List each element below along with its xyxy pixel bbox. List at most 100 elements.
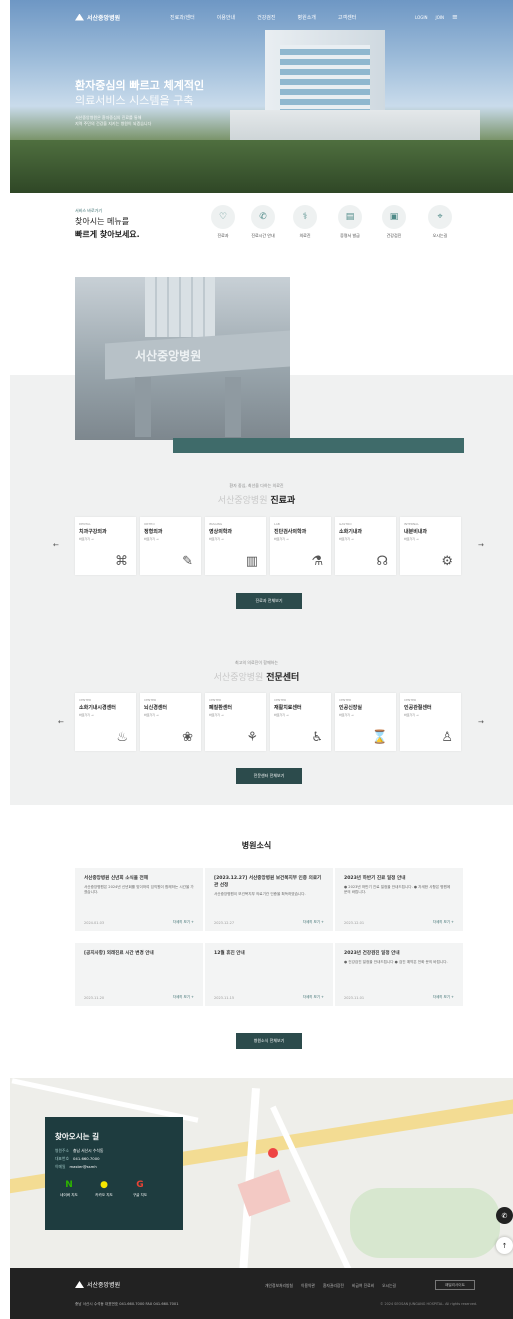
footer-link[interactable]: 비급여 진료비 <box>352 1283 374 1289</box>
document-icon: ▤ <box>338 205 362 229</box>
card-eyebrow: CENTER <box>339 698 352 702</box>
card-more-link[interactable]: 바로가기 → <box>144 713 197 717</box>
news-title: [2023.12.27] 서산중앙병원 보건복지부 인증 의료기관 선정 <box>214 876 322 888</box>
map-pin-icon[interactable] <box>268 1148 278 1158</box>
depts-card[interactable]: GASTRO 소화기내과 바로가기 → ☊ <box>335 517 396 575</box>
footer-logo[interactable]: 서산중앙병원 <box>75 1280 120 1289</box>
card-more-link[interactable]: 바로가기 → <box>79 537 132 541</box>
centers-card[interactable]: CENTER 인공신장실 바로가기 → ⌛ <box>335 693 396 751</box>
card-more-link[interactable]: 바로가기 → <box>339 713 392 717</box>
nav-item[interactable]: 병원소개 <box>298 14 316 21</box>
row-value: 041.660.7000 <box>72 1156 100 1161</box>
card-more-link[interactable]: 바로가기 → <box>209 537 262 541</box>
phone-fab-icon[interactable]: ✆ <box>496 1207 513 1224</box>
site-logo[interactable]: 서산중앙병원 <box>75 10 120 24</box>
news-date: 2023.11.15 <box>214 996 235 1000</box>
news-card[interactable]: [공지사항] 외래진료 시간 변경 안내 2023.11.20 자세히 보기 + <box>75 943 203 1006</box>
depts-card[interactable]: ORTHO 정형외과 바로가기 → ✎ <box>140 517 201 575</box>
footer-link[interactable]: 오시는길 <box>382 1283 396 1289</box>
nav-item[interactable]: 건강검진 <box>257 14 275 21</box>
quick-item[interactable]: ⌖ 오시는길 <box>422 205 458 239</box>
card-more-link[interactable]: 바로가기 → <box>144 537 197 541</box>
depts-card[interactable]: DENTAL 치과구강외과 바로가기 → ⌘ <box>75 517 136 575</box>
news-more-link[interactable]: 자세히 보기 + <box>303 995 324 1000</box>
news-card[interactable]: [2023.12.27] 서산중앙병원 보건복지부 인증 의료기관 선정서산중앙… <box>205 868 333 931</box>
join-link[interactable]: JOIN <box>436 15 445 20</box>
news-body: 서산중앙병원이 보건복지부 의료기관 인증을 획득하였습니다. <box>214 892 306 896</box>
photo-sign-text: 서산중앙병원 <box>135 349 202 363</box>
joint-icon: ♙ <box>441 730 453 745</box>
news-body: ● 건강검진 일정을 안내드립니다 ● 검진 예약은 전화 문의 바랍니다. <box>344 960 448 964</box>
card-more-link[interactable]: 바로가기 → <box>209 713 262 717</box>
map-pin-icon: ⌖ <box>428 205 452 229</box>
nav-item[interactable]: 고객센터 <box>338 14 356 21</box>
centers-card[interactable]: CENTER 소화기내시경센터 바로가기 → ♨ <box>75 693 136 751</box>
nav-item[interactable]: 이용안내 <box>217 14 235 21</box>
centers-card[interactable]: CENTER 폐질환센터 바로가기 → ⚘ <box>205 693 266 751</box>
quick-item[interactable]: ▤ 증명서 발급 <box>332 205 368 239</box>
login-link[interactable]: LOGIN <box>415 15 428 20</box>
photo-pillar <box>225 377 241 437</box>
news-more-link[interactable]: 자세히 보기 + <box>303 920 324 925</box>
card-more-link[interactable]: 바로가기 → <box>404 537 457 541</box>
card-more-link[interactable]: 바로가기 → <box>274 713 327 717</box>
quick-item-label: 건강검진 <box>386 233 402 238</box>
scroll-top-icon[interactable]: ↑ <box>496 1237 513 1254</box>
card-eyebrow: LAB <box>274 522 280 526</box>
card-more-link[interactable]: 바로가기 → <box>404 713 457 717</box>
footer: 서산중앙병원 개인정보처리방침 이용약관 환자권리장전 비급여 진료비 오시는길… <box>10 1268 513 1319</box>
depts-view-all-button[interactable]: 진료과 전체보기 <box>236 593 302 609</box>
hospital-entrance-photo: 서산중앙병원 <box>75 277 290 440</box>
depts-card[interactable]: INTERNAL 내분비내과 바로가기 → ⚙ <box>400 517 461 575</box>
quick-item[interactable]: ♡ 진료과 <box>205 205 241 239</box>
centers-prev-arrow-icon[interactable]: ← <box>58 718 64 726</box>
centers-card[interactable]: CENTER 인공관절센터 바로가기 → ♙ <box>400 693 461 751</box>
quick-item-label: 증명서 발급 <box>340 233 360 238</box>
xray-icon: ▥ <box>245 554 258 569</box>
news-more-link[interactable]: 자세히 보기 + <box>433 920 454 925</box>
map-link-button[interactable]: N 네이버 지도 <box>57 1180 81 1198</box>
card-title: 인공신장실 <box>339 705 363 711</box>
menu-icon[interactable]: ≡ <box>452 13 458 21</box>
footer-link[interactable]: 개인정보처리방침 <box>265 1283 293 1289</box>
news-view-all-button[interactable]: 병원소식 전체보기 <box>236 1033 302 1049</box>
map-link-button[interactable]: ● 카카오 지도 <box>92 1180 116 1198</box>
centers-next-arrow-icon[interactable]: → <box>478 718 484 726</box>
news-card[interactable]: 서산중앙병원 신년회 소식을 전해 서산중앙병원은 2024년 신년회를 맞이하여… <box>75 868 203 931</box>
quick-item[interactable]: ⚕ 의료진 <box>287 205 323 239</box>
depts-prev-arrow-icon[interactable]: ← <box>53 541 59 549</box>
news-card[interactable]: 2023년 하반기 진료 일정 안내 ● 2023년 하반기 진료 일정을 안내드… <box>335 868 463 931</box>
centers-eyebrow: 최고의 의료진이 함께하는 <box>234 660 279 665</box>
footer-link[interactable]: 이용약관 <box>301 1283 315 1289</box>
card-title: 진단검사의학과 <box>274 529 307 535</box>
news-more-link[interactable]: 자세히 보기 + <box>173 995 194 1000</box>
hero-title: 환자중심의 빠르고 체계적인 의료서비스 시스템을 구축 <box>75 78 204 108</box>
quick-item[interactable]: ✆ 진료시간 안내 <box>245 205 281 239</box>
card-more-link[interactable]: 바로가기 → <box>274 537 327 541</box>
depts-card[interactable]: LAB 진단검사의학과 바로가기 → ⚗ <box>270 517 331 575</box>
family-site-select[interactable]: 패밀리사이트 <box>435 1280 475 1290</box>
kakao-icon: ● <box>100 1180 108 1190</box>
quick-item-label: 진료과 <box>217 233 229 238</box>
photo-tower <box>145 277 215 337</box>
centers-card[interactable]: CENTER 재활치료센터 바로가기 → ♿ <box>270 693 331 751</box>
depts-card[interactable]: IMAGING 영상의학과 바로가기 → ▥ <box>205 517 266 575</box>
footer-link[interactable]: 환자권리장전 <box>323 1283 344 1289</box>
map-link-label: 구글 지도 <box>132 1193 148 1197</box>
card-more-link[interactable]: 바로가기 → <box>339 537 392 541</box>
news-more-link[interactable]: 자세히 보기 + <box>433 995 454 1000</box>
row-key: 병원주소 <box>55 1148 69 1153</box>
map-link-button[interactable]: G 구글 지도 <box>128 1180 152 1198</box>
nav-item[interactable]: 진료과/센터 <box>170 14 195 21</box>
quick-item[interactable]: ▣ 건강검진 <box>376 205 412 239</box>
news-more-link[interactable]: 자세히 보기 + <box>173 920 194 925</box>
centers-card[interactable]: CENTER 뇌신경센터 바로가기 → ❀ <box>140 693 201 751</box>
news-card[interactable]: 2023년 건강검진 일정 안내 ● 건강검진 일정을 안내드립니다 ● 검진 예… <box>335 943 463 1006</box>
centers-view-all-button[interactable]: 전문센터 전체보기 <box>236 768 302 784</box>
row-value: 충남 서산시 수석동 <box>72 1148 104 1153</box>
depts-title-bold: 진료과 <box>270 496 296 506</box>
depts-next-arrow-icon[interactable]: → <box>478 541 484 549</box>
card-more-link[interactable]: 바로가기 → <box>79 713 132 717</box>
directions-panel: 찾아오시는 길 병원주소 충남 서산시 수석동 대표번호 041.660.7000 … <box>45 1117 183 1230</box>
news-card[interactable]: 12월 휴진 안내 2023.11.15 자세히 보기 + <box>205 943 333 1006</box>
